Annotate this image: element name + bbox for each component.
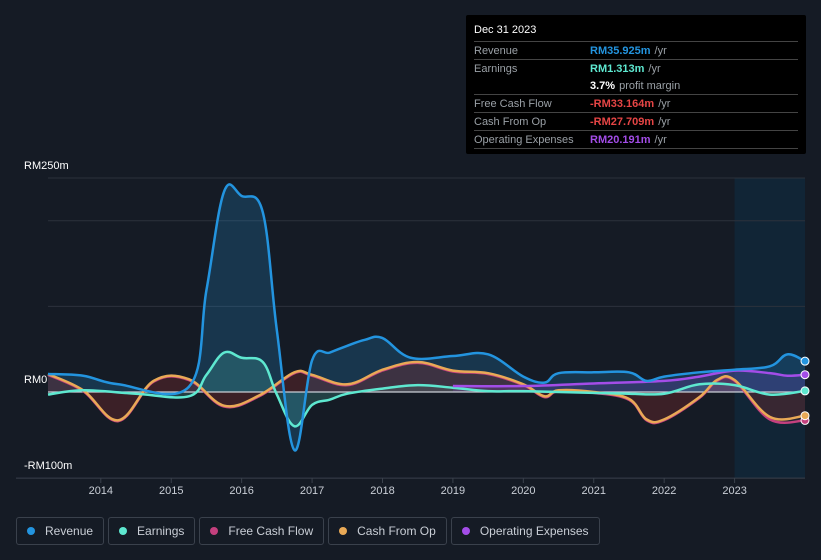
y-tick-label: -RM100m (24, 460, 73, 472)
tooltip-unit: /yr (658, 97, 671, 110)
tooltip-row: Free Cash Flow -RM33.164m/yr (474, 95, 798, 113)
tooltip-row: 3.7% profit margin (474, 77, 798, 95)
tooltip-label: Cash From Op (474, 115, 547, 128)
area-revenue (48, 184, 805, 451)
tooltip-value: -RM33.164m (590, 97, 655, 110)
legend: Revenue Earnings Free Cash Flow Cash From O… (16, 517, 600, 545)
tooltip-value: RM1.313m (590, 62, 645, 75)
tooltip-row: Earnings RM1.313m/yr (474, 60, 798, 77)
legend-item-earnings[interactable]: Earnings (108, 517, 196, 545)
legend-item-cash-from-op[interactable]: Cash From Op (328, 517, 447, 545)
legend-label: Revenue (45, 524, 94, 538)
tooltip-label: Revenue (474, 44, 519, 57)
legend-label: Operating Expenses (479, 524, 589, 538)
tooltip-value: RM20.191m (590, 133, 651, 146)
tooltip-value: 3.7% (590, 79, 616, 92)
end-marker (800, 356, 810, 366)
legend-item-operating-expenses[interactable]: Operating Expenses (450, 517, 600, 545)
forecast-region (734, 178, 805, 478)
y-tick-label: RM250m (24, 160, 69, 172)
tooltip-unit: /yr (648, 62, 661, 75)
x-tick-label: 2020 (511, 485, 536, 497)
tooltip-label: Free Cash Flow (474, 97, 552, 110)
end-marker (800, 386, 810, 396)
x-tick-label: 2022 (651, 485, 677, 497)
tooltip-unit: /yr (654, 133, 667, 146)
x-tick-label: 2016 (229, 485, 254, 497)
legend-label: Free Cash Flow (228, 524, 314, 538)
tooltip: Dec 31 2023 Revenue RM35.925m/yr Earnings R… (466, 15, 806, 154)
tooltip-unit: /yr (658, 115, 671, 128)
tooltip-row: Operating Expenses RM20.191m/yr (474, 131, 798, 149)
legend-label: Cash From Op (357, 524, 436, 538)
tooltip-date: Dec 31 2023 (474, 23, 798, 42)
tooltip-row: Cash From Op -RM27.709m/yr (474, 113, 798, 131)
x-tick-label: 2023 (722, 485, 747, 497)
x-tick-label: 2015 (158, 485, 184, 497)
tooltip-unit: profit margin (619, 79, 681, 92)
legend-dot-icon (339, 527, 348, 535)
tooltip-value: -RM27.709m (590, 115, 655, 128)
legend-label: Earnings (137, 524, 185, 538)
end-marker (800, 411, 810, 421)
tooltip-value: RM35.925m (590, 44, 651, 57)
tooltip-unit: /yr (654, 44, 667, 57)
legend-dot-icon (27, 527, 35, 535)
x-tick-label: 2021 (581, 485, 606, 497)
tooltip-row: Revenue RM35.925m/yr (474, 42, 798, 60)
legend-dot-icon (461, 527, 470, 535)
x-tick-label: 2017 (299, 485, 325, 497)
tooltip-label: Earnings (474, 62, 518, 75)
legend-item-revenue[interactable]: Revenue (16, 517, 105, 545)
legend-item-free-cash-flow[interactable]: Free Cash Flow (199, 517, 325, 545)
legend-dot-icon (210, 527, 219, 535)
x-tick-label: 2014 (88, 485, 114, 497)
line-revenue (47, 183, 806, 452)
y-tick-label: RM0 (24, 374, 48, 386)
x-tick-label: 2019 (440, 485, 466, 497)
tooltip-label: Operating Expenses (474, 133, 574, 146)
legend-dot-icon (119, 527, 128, 535)
end-marker (800, 370, 810, 380)
x-tick-label: 2018 (370, 485, 395, 497)
